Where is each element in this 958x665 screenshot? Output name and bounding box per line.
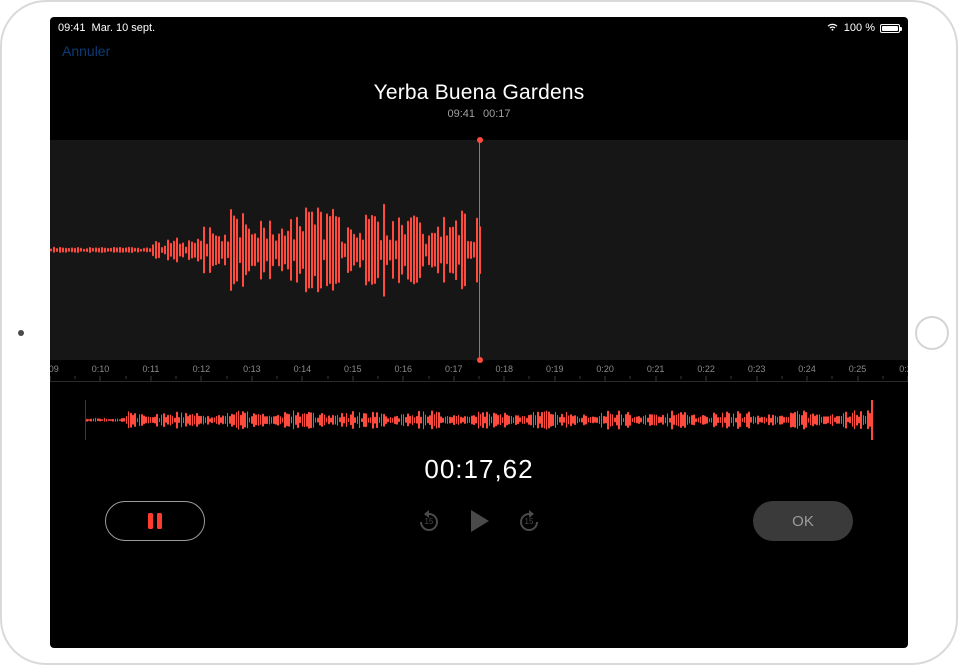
overview-cursor[interactable] xyxy=(871,400,873,440)
skip-forward-15-button[interactable]: 15 xyxy=(517,509,541,533)
recording-duration: 00:17 xyxy=(483,108,511,120)
tick-label: 0:22 xyxy=(697,364,715,374)
timeline-ruler[interactable]: 0:09 0:10 0:11 0:12 0:13 0:14 0:15 0:16 0:17 0:18… xyxy=(50,360,908,382)
battery-icon xyxy=(880,24,900,33)
skip-back-15-button[interactable]: 15 xyxy=(417,509,441,533)
play-button[interactable] xyxy=(467,508,491,534)
skip-forward-amount: 15 xyxy=(525,517,534,526)
home-button[interactable] xyxy=(915,316,949,350)
elapsed-time: 00:17,62 xyxy=(424,454,533,485)
waveform-overview[interactable] xyxy=(85,400,873,440)
tick-label: 0:21 xyxy=(647,364,665,374)
tick-label: 0:23 xyxy=(748,364,766,374)
tick-label: 0:11 xyxy=(143,364,160,374)
tick-label: 0:24 xyxy=(798,364,816,374)
status-date: Mar. 10 sept. xyxy=(92,22,156,34)
tick-label: 0:12 xyxy=(193,364,211,374)
playhead[interactable] xyxy=(479,140,480,360)
front-camera xyxy=(18,330,24,336)
tick-label: 0:20 xyxy=(596,364,614,374)
tick-label: 0:16 xyxy=(395,364,413,374)
waveform-main-panel[interactable] xyxy=(50,140,908,360)
tick-label: 0:13 xyxy=(243,364,261,374)
tick-label: 0:10 xyxy=(92,364,110,374)
tick-label: 0:17 xyxy=(445,364,463,374)
tick-label: 0:14 xyxy=(294,364,312,374)
done-button[interactable]: OK xyxy=(753,501,853,541)
ipad-device-frame: 09:41 Mar. 10 sept. 100 % Annuler Yerba … xyxy=(0,0,958,665)
status-bar: 09:41 Mar. 10 sept. 100 % xyxy=(50,17,908,37)
skip-back-amount: 15 xyxy=(425,517,434,526)
tick-label: 0:26 xyxy=(899,364,908,374)
recording-subtitle: 09:41 00:17 xyxy=(447,108,510,120)
battery-percent: 100 % xyxy=(844,22,875,34)
controls-row: 15 15 OK xyxy=(50,485,908,541)
cancel-button[interactable]: Annuler xyxy=(50,37,908,61)
recording-title[interactable]: Yerba Buena Gardens xyxy=(374,81,585,105)
screen: 09:41 Mar. 10 sept. 100 % Annuler Yerba … xyxy=(50,17,908,648)
tick-label: 0:18 xyxy=(495,364,513,374)
tick-label: 0:25 xyxy=(849,364,867,374)
tick-label: 0:15 xyxy=(344,364,362,374)
tick-label: 0:19 xyxy=(546,364,564,374)
wifi-icon xyxy=(826,22,839,35)
pause-icon xyxy=(148,513,162,529)
pause-button[interactable] xyxy=(105,501,205,541)
recording-time: 09:41 xyxy=(447,108,475,120)
tick-label: 0:09 xyxy=(50,364,59,374)
status-time: 09:41 xyxy=(58,22,86,34)
